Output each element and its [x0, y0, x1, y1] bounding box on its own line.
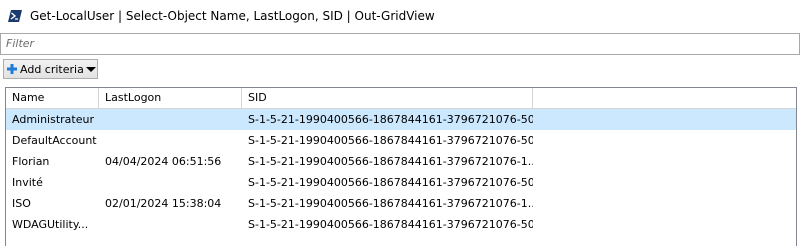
cell-name: Florian	[12, 155, 50, 168]
cell-sid: S-1-5-21-1990400566-1867844161-379672107…	[248, 176, 533, 189]
column-header-lastlogon[interactable]: LastLogon	[99, 88, 242, 108]
chevron-down-icon	[86, 67, 96, 72]
table-row[interactable]: DefaultAccount S-1-5-21-1990400566-18678…	[6, 130, 796, 151]
add-criteria-label: Add criteria	[20, 63, 84, 76]
cell-name: Invité	[12, 176, 43, 189]
table-row[interactable]: Florian 04/04/2024 06:51:56 S-1-5-21-199…	[6, 151, 796, 172]
table-row[interactable]: ISO 02/01/2024 15:38:04 S-1-5-21-1990400…	[6, 193, 796, 214]
window-title: Get-LocalUser | Select-Object Name, Last…	[30, 9, 435, 23]
cell-name: Administrateur	[12, 113, 94, 126]
table-row[interactable]: WDAGUtility... S-1-5-21-1990400566-18678…	[6, 214, 796, 235]
cell-sid: S-1-5-21-1990400566-1867844161-379672107…	[248, 113, 533, 126]
cell-name: WDAGUtility...	[12, 218, 89, 231]
cell-sid: S-1-5-21-1990400566-1867844161-379672107…	[248, 197, 533, 210]
cell-sid: S-1-5-21-1990400566-1867844161-379672107…	[248, 155, 533, 168]
cell-lastlogon	[105, 109, 241, 130]
table-row[interactable]: Invité S-1-5-21-1990400566-1867844161-37…	[6, 172, 796, 193]
cell-name: ISO	[12, 197, 31, 210]
cell-lastlogon	[105, 130, 241, 151]
column-header-name[interactable]: Name	[6, 88, 99, 108]
cell-lastlogon	[105, 214, 241, 235]
cell-sid: S-1-5-21-1990400566-1867844161-379672107…	[248, 218, 533, 231]
cell-lastlogon	[105, 172, 241, 193]
plus-icon	[7, 64, 17, 74]
cell-lastlogon: 02/01/2024 15:38:04	[105, 197, 222, 210]
results-grid: Name LastLogon SID Administrateur S-1-5-…	[5, 87, 797, 246]
powershell-icon	[8, 10, 22, 22]
cell-sid: S-1-5-21-1990400566-1867844161-379672107…	[248, 134, 533, 147]
criteria-toolbar: Add criteria	[0, 54, 800, 84]
cell-name: DefaultAccount	[12, 134, 97, 147]
add-criteria-button[interactable]: Add criteria	[3, 59, 98, 79]
grid-header: Name LastLogon SID	[6, 88, 796, 109]
grid-rows: Administrateur S-1-5-21-1990400566-18678…	[6, 109, 796, 235]
filter-box[interactable]	[0, 33, 800, 55]
title-bar: Get-LocalUser | Select-Object Name, Last…	[0, 0, 800, 33]
column-header-sid[interactable]: SID	[242, 88, 533, 108]
filter-input[interactable]	[1, 34, 796, 52]
table-row[interactable]: Administrateur S-1-5-21-1990400566-18678…	[6, 109, 796, 130]
cell-lastlogon: 04/04/2024 06:51:56	[105, 155, 222, 168]
